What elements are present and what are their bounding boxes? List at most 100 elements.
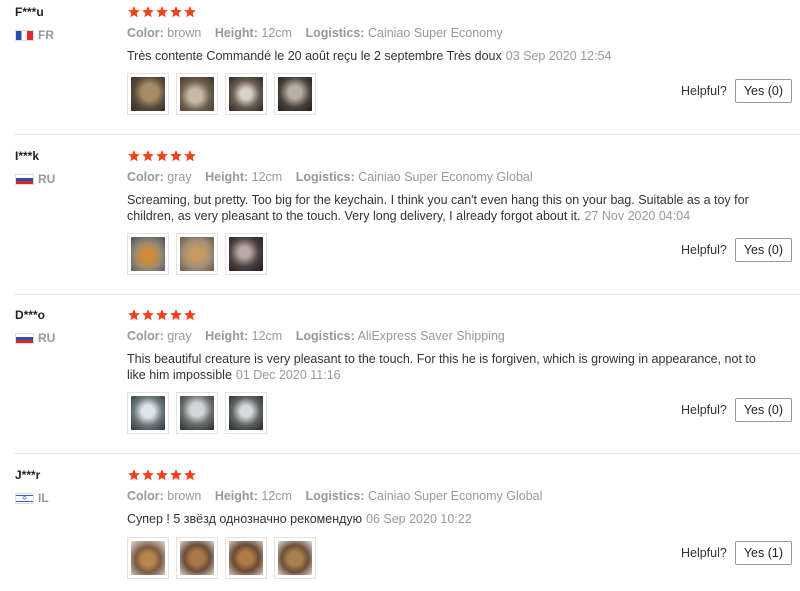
review-photo[interactable] <box>274 73 316 115</box>
country-code: IL <box>38 491 49 505</box>
review-divider <box>14 294 800 295</box>
reviewer-country: RU <box>15 172 55 186</box>
review-photo[interactable] <box>176 392 218 434</box>
review-photos <box>127 392 274 434</box>
height-value: 12cm <box>251 329 283 343</box>
star-rating <box>127 149 197 163</box>
review-content: This beautiful creature is very pleasant… <box>127 352 756 382</box>
color-value: gray <box>167 329 192 343</box>
product-attributes: Color: brown Height: 12cm Logistics: Cai… <box>127 489 552 503</box>
logistics-value: AliExpress Saver Shipping <box>357 329 505 343</box>
flag-fr-icon <box>15 29 34 41</box>
flag-il-icon: ✡ <box>15 492 34 504</box>
logistics-label: Logistics: <box>295 170 355 184</box>
color-label: Color: <box>127 170 164 184</box>
country-code: RU <box>38 331 56 345</box>
review-photo[interactable] <box>176 537 218 579</box>
review-item: F***u FR Color: brown Height: 12cm Logis… <box>0 0 800 135</box>
review-text: This beautiful creature is very pleasant… <box>127 351 777 383</box>
color-label: Color: <box>127 26 164 40</box>
product-attributes: Color: brown Height: 12cm Logistics: Cai… <box>127 26 513 40</box>
reviewer-country: ✡ IL <box>15 491 49 505</box>
review-photo[interactable] <box>225 537 267 579</box>
review-content: Супер ! 5 звёзд однозначно рекомендую <box>127 512 363 526</box>
star-rating <box>127 5 197 19</box>
color-value: gray <box>167 170 192 184</box>
logistics-label: Logistics: <box>305 489 365 503</box>
logistics-value: Cainiao Super Economy Global <box>358 170 533 184</box>
reviewer-name: I***k <box>15 149 40 163</box>
star-icon <box>155 308 169 322</box>
product-attributes: Color: gray Height: 12cm Logistics: AliE… <box>127 329 515 343</box>
star-icon <box>169 5 183 19</box>
star-icon <box>183 468 197 482</box>
logistics-value: Cainiao Super Economy <box>367 26 503 40</box>
helpful-yes-button[interactable]: Yes (0) <box>734 398 792 422</box>
star-icon <box>141 5 155 19</box>
review-photo[interactable] <box>127 73 169 115</box>
helpful-yes-button[interactable]: Yes (0) <box>734 238 792 262</box>
color-label: Color: <box>127 329 164 343</box>
review-photo[interactable] <box>176 73 218 115</box>
logistics-label: Logistics: <box>305 26 365 40</box>
helpful-label: Helpful? <box>680 243 727 257</box>
review-photo[interactable] <box>225 392 267 434</box>
helpful-label: Helpful? <box>680 84 727 98</box>
star-rating <box>127 468 197 482</box>
star-icon <box>127 149 141 163</box>
review-photo[interactable] <box>176 233 218 275</box>
height-label: Height: <box>205 329 249 343</box>
review-photo[interactable] <box>127 392 169 434</box>
star-icon <box>183 5 197 19</box>
height-label: Height: <box>214 26 258 40</box>
star-icon <box>169 149 183 163</box>
star-icon <box>155 149 169 163</box>
helpful-section: Helpful? Yes (0) <box>681 238 792 262</box>
review-item: I***k RU Color: gray Height: 12cm Logist… <box>0 144 800 294</box>
helpful-label: Helpful? <box>680 546 727 560</box>
review-divider <box>14 134 800 135</box>
review-photo[interactable] <box>127 537 169 579</box>
review-photo[interactable] <box>225 73 267 115</box>
review-divider <box>14 453 800 454</box>
star-icon <box>183 308 197 322</box>
star-icon <box>169 308 183 322</box>
review-content: Très contente Commandé le 20 août reçu l… <box>127 49 502 63</box>
review-photo[interactable] <box>127 233 169 275</box>
star-icon <box>169 468 183 482</box>
helpful-yes-button[interactable]: Yes (0) <box>734 79 792 103</box>
logistics-value: Cainiao Super Economy Global <box>367 489 543 503</box>
color-value: brown <box>167 489 202 503</box>
review-item: D***o RU Color: gray Height: 12cm Logist… <box>0 303 800 453</box>
star-icon <box>141 149 155 163</box>
review-photos <box>127 73 323 115</box>
star-icon <box>141 308 155 322</box>
reviewer-name: J***r <box>15 468 41 482</box>
helpful-section: Helpful? Yes (1) <box>681 541 792 565</box>
reviewer-name: F***u <box>15 5 44 19</box>
review-date: 03 Sep 2020 12:54 <box>505 49 612 63</box>
country-code: FR <box>38 28 54 42</box>
review-date: 06 Sep 2020 10:22 <box>366 512 472 526</box>
review-date: 01 Dec 2020 11:16 <box>235 368 341 382</box>
review-photo[interactable] <box>274 537 316 579</box>
review-photos <box>127 233 274 275</box>
color-label: Color: <box>127 489 164 503</box>
height-value: 12cm <box>261 489 292 503</box>
country-code: RU <box>38 172 56 186</box>
height-value: 12cm <box>261 26 292 40</box>
color-value: brown <box>167 26 202 40</box>
reviewer-country: RU <box>15 331 55 345</box>
star-icon <box>155 468 169 482</box>
review-item: J***r ✡ IL Color: brown Height: 12cm Log… <box>0 463 800 591</box>
helpful-section: Helpful? Yes (0) <box>681 398 792 422</box>
review-text: Screaming, but pretty. Too big for the k… <box>127 192 777 224</box>
star-icon <box>155 5 169 19</box>
review-text: Très contente Commandé le 20 août reçu l… <box>127 48 777 64</box>
height-label: Height: <box>214 489 258 503</box>
reviewer-country: FR <box>15 28 54 42</box>
height-value: 12cm <box>251 170 283 184</box>
review-photo[interactable] <box>225 233 267 275</box>
helpful-yes-button[interactable]: Yes (1) <box>734 541 792 565</box>
flag-ru-icon <box>15 173 34 185</box>
